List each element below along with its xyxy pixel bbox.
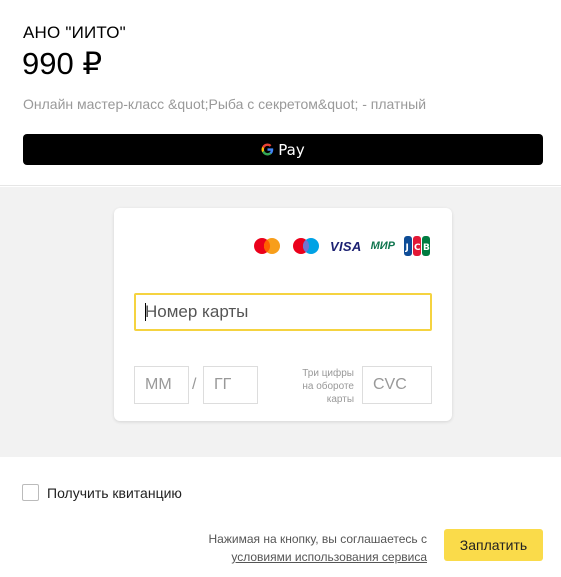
terms-link[interactable]: условиями использования сервиса [209, 548, 427, 566]
visa-logo: VISA [330, 238, 362, 254]
receipt-label[interactable]: Получить квитанцию [47, 485, 182, 501]
expiry-year-input[interactable]: ГГ [203, 366, 258, 404]
google-pay-label: Pay [278, 140, 305, 159]
expiry-month-input[interactable]: ММ [134, 366, 189, 404]
merchant-name: АНО "ИИТО" [23, 23, 126, 42]
payment-footer: Получить квитанцию Нажимая на кнопку, вы… [0, 457, 561, 577]
terms-text: Нажимая на кнопку, вы соглашаетесь с [208, 532, 428, 546]
receipt-checkbox-row[interactable]: Получить квитанцию [22, 484, 182, 501]
card-form: VISA МИР J C B Номер карты ММ / ГГ Три ц… [114, 208, 452, 421]
cvc-hint: Три цифры на обороте карты [302, 368, 354, 405]
card-number-input[interactable]: Номер карты [134, 293, 432, 331]
svg-text:C: C [414, 243, 421, 253]
google-pay-button[interactable]: Pay [23, 134, 543, 165]
text-caret [145, 303, 146, 321]
card-number-placeholder: Номер карты [145, 302, 249, 321]
payment-description: Онлайн мастер-класс &quot;Рыба с секрето… [23, 96, 427, 112]
terms-notice: Нажимая на кнопку, вы соглашаетесь с усл… [209, 530, 428, 566]
expiry-separator: / [192, 376, 197, 393]
jcb-logo-icon: J C B [404, 236, 430, 256]
card-form-area: VISA МИР J C B Номер карты ММ / ГГ Три ц… [0, 187, 561, 457]
svg-text:J: J [405, 243, 409, 253]
receipt-checkbox[interactable] [22, 484, 39, 501]
pay-button[interactable]: Заплатить [444, 529, 543, 561]
maestro-logo-icon [293, 238, 320, 254]
mir-logo: МИР [370, 240, 395, 252]
payment-systems-logos: VISA МИР J C B [243, 236, 430, 256]
svg-text:B: B [423, 243, 430, 253]
payment-header: АНО "ИИТО" 990 ₽ Онлайн мастер-класс &qu… [0, 0, 561, 186]
google-g-icon [261, 143, 274, 156]
cvc-input[interactable]: CVC [362, 366, 432, 404]
payment-amount: 990 ₽ [22, 46, 103, 81]
mastercard-logo-icon [254, 238, 281, 254]
